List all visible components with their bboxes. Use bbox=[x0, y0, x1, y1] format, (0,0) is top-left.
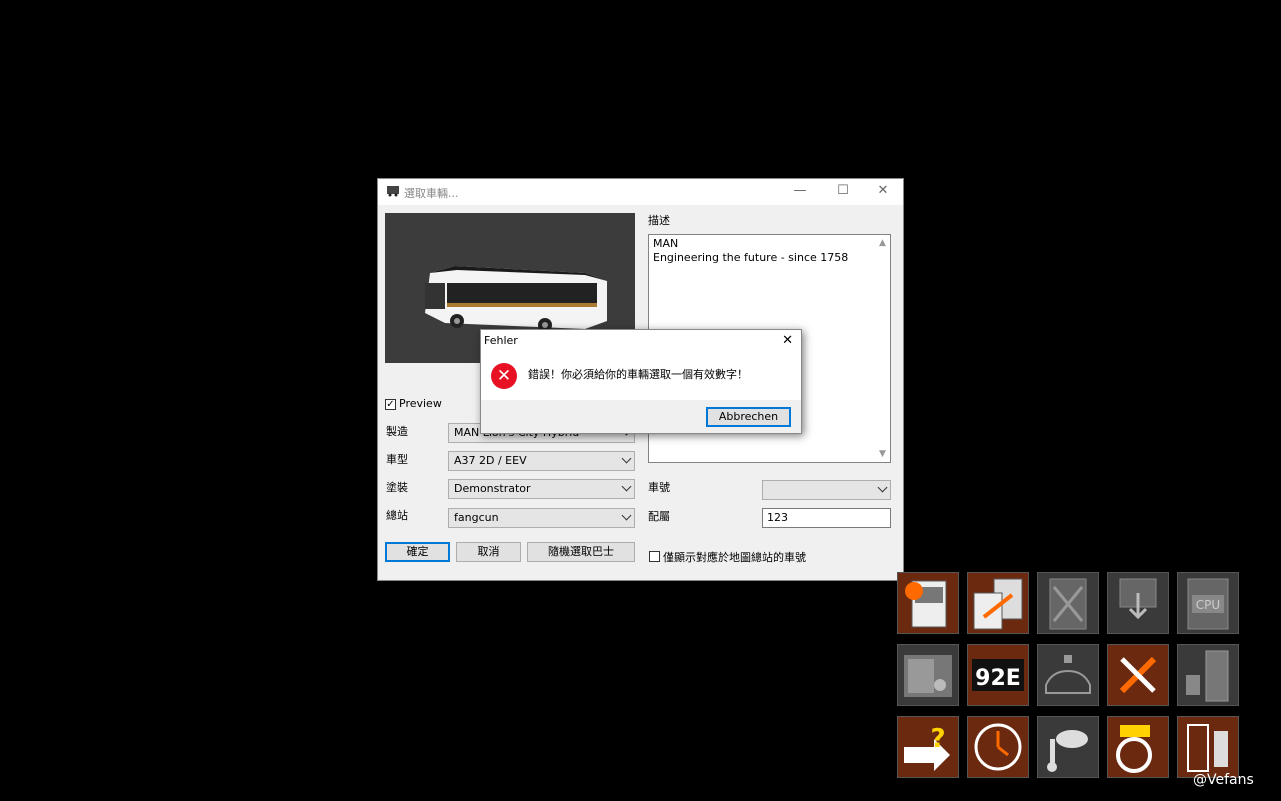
map-depot-filter-checkbox[interactable] bbox=[649, 551, 660, 562]
bus-delete-icon[interactable] bbox=[1037, 572, 1099, 634]
checklist-icon[interactable] bbox=[1177, 716, 1239, 778]
svg-text:92E: 92E bbox=[975, 666, 1021, 691]
error-dialog-close-button[interactable]: ✕ bbox=[782, 333, 793, 348]
depot-label: 總站 bbox=[386, 509, 408, 522]
preview-label: Preview bbox=[399, 397, 442, 410]
weather-icon[interactable] bbox=[1037, 716, 1099, 778]
error-dialog: Fehler ✕ ✕ 錯誤！你必須給你的車輛選取一個有效數字！ Abbreche… bbox=[480, 329, 802, 434]
model-value: A37 2D / EEV bbox=[454, 454, 527, 467]
maximize-button[interactable]: ☐ bbox=[823, 179, 863, 205]
livery-value: Demonstrator bbox=[454, 482, 531, 495]
clock-icon[interactable] bbox=[967, 716, 1029, 778]
registration-input[interactable]: 123 bbox=[762, 508, 891, 528]
chevron-down-icon bbox=[621, 481, 632, 492]
chevron-down-icon bbox=[621, 453, 632, 464]
svg-text:CPU: CPU bbox=[1196, 598, 1220, 612]
bus-cpu-icon[interactable]: CPU bbox=[1177, 572, 1239, 634]
cancel-button[interactable]: 取消 bbox=[456, 542, 521, 562]
preview-checkbox[interactable]: ✓ bbox=[385, 399, 396, 410]
description-label: 描述 bbox=[648, 214, 670, 227]
registration-label: 配屬 bbox=[648, 510, 670, 523]
error-icon: ✕ bbox=[491, 363, 517, 389]
error-dialog-title: Fehler bbox=[484, 334, 518, 347]
timetable-icon[interactable] bbox=[897, 644, 959, 706]
error-dialog-body: ✕ 錯誤！你必須給你的車輛選取一個有效數字！ bbox=[481, 352, 801, 400]
model-select[interactable]: A37 2D / EEV bbox=[448, 451, 635, 471]
error-message: 錯誤！你必須給你的車輛選取一個有效數字！ bbox=[528, 368, 748, 381]
model-label: 車型 bbox=[386, 453, 408, 466]
depot-select[interactable]: fangcun bbox=[448, 508, 635, 528]
bus-app-icon bbox=[387, 186, 399, 197]
close-button[interactable]: ✕ bbox=[863, 179, 903, 205]
bus-remove-icon[interactable] bbox=[1107, 572, 1169, 634]
description-line-2: Engineering the future - since 1758 bbox=[653, 251, 849, 264]
abbrechen-button[interactable]: Abbrechen bbox=[706, 407, 791, 427]
repair-icon[interactable] bbox=[1107, 644, 1169, 706]
bus-swap-icon[interactable] bbox=[967, 572, 1029, 634]
help-icon[interactable]: ? bbox=[897, 716, 959, 778]
driving-icon[interactable] bbox=[1107, 716, 1169, 778]
window-title: 選取車輛... bbox=[404, 187, 459, 200]
fleet-number-label: 車號 bbox=[648, 481, 670, 494]
livery-label: 塗裝 bbox=[386, 481, 408, 494]
bus-spark-icon[interactable] bbox=[897, 572, 959, 634]
watermark: @Vefans bbox=[1193, 772, 1254, 788]
manufacturer-label: 製造 bbox=[386, 425, 408, 438]
fuel-station-icon[interactable] bbox=[1177, 644, 1239, 706]
error-dialog-title-bar[interactable]: Fehler ✕ bbox=[481, 330, 801, 352]
depot-value: fangcun bbox=[454, 511, 499, 524]
ok-button[interactable]: 確定 bbox=[385, 542, 450, 562]
map-depot-filter-label: 僅顯示對應於地圖總站的車號 bbox=[663, 551, 806, 564]
scroll-down-icon[interactable]: ▼ bbox=[879, 449, 886, 459]
description-scrollbar[interactable]: ▲ ▼ bbox=[876, 235, 890, 462]
route-number-icon[interactable]: 92E bbox=[967, 644, 1029, 706]
title-bar[interactable]: 選取車輛... — ☐ ✕ bbox=[378, 179, 903, 205]
random-bus-button[interactable]: 隨機選取巴士 bbox=[527, 542, 635, 562]
svg-text:?: ? bbox=[930, 724, 945, 754]
scroll-up-icon[interactable]: ▲ bbox=[879, 238, 886, 248]
fleet-number-select[interactable] bbox=[762, 480, 891, 500]
chevron-down-icon bbox=[621, 510, 632, 521]
chevron-down-icon bbox=[877, 482, 888, 493]
accident-icon[interactable] bbox=[1037, 644, 1099, 706]
minimize-button[interactable]: — bbox=[780, 179, 820, 205]
livery-select[interactable]: Demonstrator bbox=[448, 479, 635, 499]
description-line-1: MAN bbox=[653, 237, 679, 250]
